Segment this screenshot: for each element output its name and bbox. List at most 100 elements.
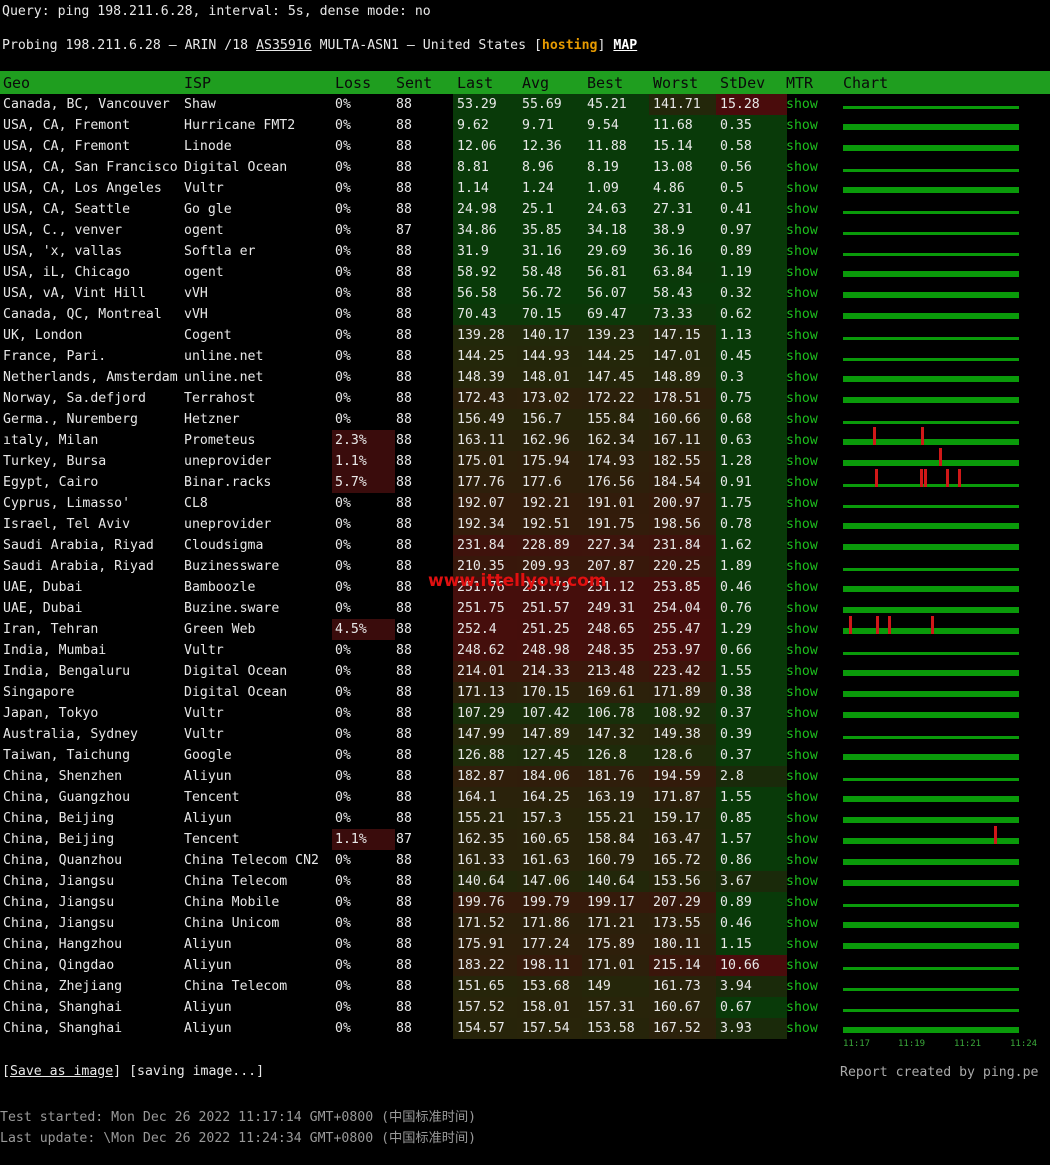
mtr-link[interactable]: show (786, 157, 836, 178)
mtr-link[interactable]: show (786, 703, 836, 724)
mtr-link[interactable]: show (786, 388, 836, 409)
mtr-link[interactable]: show (786, 598, 836, 619)
chart-loss-spike (873, 427, 876, 445)
mtr-link[interactable]: show (786, 304, 836, 325)
best-cell: 158.84 (582, 829, 654, 850)
loss-cell: 0% (335, 874, 351, 889)
last-cell: 34.86 (453, 220, 521, 241)
chart-bar (843, 778, 1019, 781)
map-link[interactable]: MAP (613, 38, 637, 53)
geo-cell: Israel, Tel Aviv (3, 517, 131, 532)
geo-cell: UK, London (3, 328, 83, 343)
isp-cell: Vultr (184, 643, 224, 658)
isp-cell: ogent (184, 265, 224, 280)
mtr-link[interactable]: show (786, 850, 836, 871)
chart-bar (843, 505, 1019, 508)
save-as-image-link[interactable]: Save as image (10, 1064, 113, 1079)
col-avg: Avg (522, 74, 550, 92)
avg-cell: 55.69 (517, 94, 587, 115)
mtr-link[interactable]: show (786, 430, 836, 451)
table-row: Egypt, Cairo Binar.racks 5.7% 88 177.76 177.6… (0, 469, 1050, 493)
mtr-link[interactable]: show (786, 409, 836, 430)
mtr-link[interactable]: show (786, 514, 836, 535)
isp-cell: unline.net (184, 349, 264, 364)
mtr-link[interactable]: show (786, 619, 836, 640)
mtr-link[interactable]: show (786, 556, 836, 577)
mtr-link[interactable]: show (786, 1018, 836, 1039)
mtr-link[interactable]: show (786, 325, 836, 346)
mtr-link[interactable]: show (786, 997, 836, 1018)
loss-cell: 0% (335, 769, 351, 784)
avg-cell: 56.72 (517, 283, 587, 304)
mtr-link[interactable]: show (786, 493, 836, 514)
geo-cell: China, Beijing (3, 811, 115, 826)
geo-cell: Canada, QC, Montreal (3, 307, 162, 322)
isp-cell: CL8 (184, 496, 208, 511)
mtr-link[interactable]: show (786, 241, 836, 262)
chart-loss-spike (888, 616, 891, 634)
isp-cell: Vultr (184, 181, 224, 196)
isp-cell: Aliyun (184, 958, 232, 973)
worst-cell: 167.11 (649, 430, 720, 451)
mtr-link[interactable]: show (786, 808, 836, 829)
mtr-link[interactable]: show (786, 136, 836, 157)
mtr-link[interactable]: show (786, 199, 836, 220)
mtr-link[interactable]: show (786, 892, 836, 913)
mtr-link[interactable]: show (786, 451, 836, 472)
mtr-link[interactable]: show (786, 115, 836, 136)
best-cell: 171.21 (582, 913, 654, 934)
worst-cell: 165.72 (649, 850, 720, 871)
mtr-link[interactable]: show (786, 829, 836, 850)
avg-cell: 147.89 (517, 724, 587, 745)
last-cell: 148.39 (453, 367, 521, 388)
avg-cell: 31.16 (517, 241, 587, 262)
chart-loss-spike (924, 469, 927, 487)
mtr-link[interactable]: show (786, 262, 836, 283)
mtr-link[interactable]: show (786, 535, 836, 556)
mtr-link[interactable]: show (786, 787, 836, 808)
last-cell: 53.29 (453, 94, 521, 115)
mtr-link[interactable]: show (786, 913, 836, 934)
sent-cell: 88 (396, 685, 412, 700)
mtr-link[interactable]: show (786, 367, 836, 388)
stdev-cell: 0.46 (716, 913, 787, 934)
worst-cell: 255.47 (649, 619, 720, 640)
mtr-link[interactable]: show (786, 283, 836, 304)
mtr-link[interactable]: show (786, 682, 836, 703)
chart-loss-spike (931, 616, 934, 634)
mtr-link[interactable]: show (786, 955, 836, 976)
mtr-link[interactable]: show (786, 178, 836, 199)
last-cell: 139.28 (453, 325, 521, 346)
mtr-link[interactable]: show (786, 871, 836, 892)
last-cell: 156.49 (453, 409, 521, 430)
best-cell: 69.47 (582, 304, 654, 325)
mtr-link[interactable]: show (786, 766, 836, 787)
mtr-link[interactable]: show (786, 745, 836, 766)
mtr-link[interactable]: show (786, 640, 836, 661)
stdev-cell: 1.19 (716, 262, 787, 283)
mtr-link[interactable]: show (786, 724, 836, 745)
loss-cell: 0% (335, 328, 351, 343)
watermark: www.ittellyou.com (428, 571, 607, 591)
mtr-link[interactable]: show (786, 346, 836, 367)
mtr-link[interactable]: show (786, 934, 836, 955)
avg-cell: 184.06 (517, 766, 587, 787)
last-update: Last update: \Mon Dec 26 2022 11:24:34 G… (0, 1131, 477, 1146)
geo-cell: USA, CA, Fremont (3, 139, 131, 154)
last-cell: 192.07 (453, 493, 521, 514)
loss-cell: 0% (335, 538, 351, 553)
chart-loss-spike (876, 616, 879, 634)
isp-cell: Aliyun (184, 811, 232, 826)
best-cell: 147.45 (582, 367, 654, 388)
mtr-link[interactable]: show (786, 976, 836, 997)
sent-cell: 88 (396, 118, 412, 133)
mtr-link[interactable]: show (786, 577, 836, 598)
chart-bar (843, 754, 1019, 760)
sent-cell: 88 (396, 895, 412, 910)
asn-link[interactable]: AS35916 (256, 38, 312, 53)
isp-cell: Binar.racks (184, 475, 272, 490)
mtr-link[interactable]: show (786, 472, 836, 493)
mtr-link[interactable]: show (786, 220, 836, 241)
mtr-link[interactable]: show (786, 661, 836, 682)
mtr-link[interactable]: show (786, 94, 836, 115)
